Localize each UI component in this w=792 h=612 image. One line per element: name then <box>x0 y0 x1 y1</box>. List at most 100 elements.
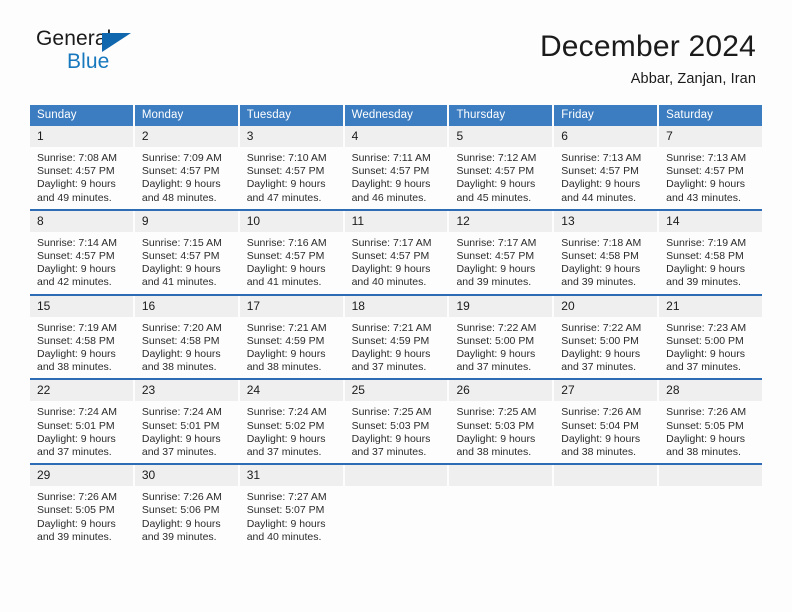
day-number: 27 <box>554 380 658 402</box>
daylight-line2: and 46 minutes. <box>351 191 427 204</box>
day-cell[interactable]: 27 Sunrise: 7:26 AM Sunset: 5:04 PM Dayl… <box>554 380 658 463</box>
day-cell[interactable]: 2 Sunrise: 7:09 AM Sunset: 4:57 PM Dayli… <box>134 126 238 209</box>
day-cell[interactable]: 26 Sunrise: 7:25 AM Sunset: 5:03 PM Dayl… <box>449 380 553 463</box>
daylight-line2: and 39 minutes. <box>141 530 217 543</box>
sunset-text: Sunset: 4:57 PM <box>141 250 220 263</box>
logo-text-blue: Blue <box>67 50 110 73</box>
sunset-text: Sunset: 5:00 PM <box>666 334 744 347</box>
day-cell[interactable]: 12 Sunrise: 7:17 AM Sunset: 4:57 PM Dayl… <box>449 210 553 294</box>
day-detail: Sunrise: 7:25 AM Sunset: 5:03 PM Dayligh… <box>345 401 448 463</box>
day-cell[interactable]: 11 Sunrise: 7:17 AM Sunset: 4:57 PM Dayl… <box>344 210 448 294</box>
daylight-line2: and 37 minutes. <box>246 446 322 459</box>
week-row: 22 Sunrise: 7:24 AM Sunset: 5:01 PM Dayl… <box>30 378 763 463</box>
day-detail: Sunrise: 7:27 AM Sunset: 5:07 PM Dayligh… <box>240 486 343 548</box>
daylight-line1: Daylight: 9 hours <box>351 432 431 445</box>
day-cell[interactable]: 23 Sunrise: 7:24 AM Sunset: 5:01 PM Dayl… <box>134 380 238 463</box>
day-cell[interactable]: 25 Sunrise: 7:25 AM Sunset: 5:03 PM Dayl… <box>344 380 448 463</box>
daylight-line1: Daylight: 9 hours <box>246 178 326 191</box>
day-cell[interactable]: 15 Sunrise: 7:19 AM Sunset: 4:58 PM Dayl… <box>30 295 133 379</box>
sunrise-text: Sunrise: 7:19 AM <box>37 321 117 334</box>
daylight-line1: Daylight: 9 hours <box>246 517 326 530</box>
day-number: 1 <box>30 126 133 147</box>
daylight-line2: and 47 minutes. <box>246 191 322 204</box>
daylight-line1: Daylight: 9 hours <box>666 178 745 191</box>
day-number: 9 <box>134 210 238 232</box>
day-cell[interactable]: 4 Sunrise: 7:11 AM Sunset: 4:57 PM Dayli… <box>344 126 448 209</box>
sunrise-text: Sunrise: 7:25 AM <box>456 406 537 419</box>
daylight-line1: Daylight: 9 hours <box>561 348 641 361</box>
daylight-line1: Daylight: 9 hours <box>37 263 116 276</box>
sunset-text: Sunset: 5:01 PM <box>141 419 220 432</box>
sunrise-text: Sunrise: 7:23 AM <box>666 321 747 334</box>
sunset-text: Sunset: 4:57 PM <box>246 165 325 178</box>
daylight-line2: and 48 minutes. <box>141 191 217 204</box>
day-number <box>659 465 763 487</box>
day-number <box>554 465 658 487</box>
day-cell[interactable]: 7 Sunrise: 7:13 AM Sunset: 4:57 PM Dayli… <box>659 126 763 209</box>
sunrise-text: Sunrise: 7:21 AM <box>351 321 432 334</box>
day-cell[interactable]: 8 Sunrise: 7:14 AM Sunset: 4:57 PM Dayli… <box>30 210 133 294</box>
day-cell[interactable]: 30 Sunrise: 7:26 AM Sunset: 5:06 PM Dayl… <box>134 465 238 548</box>
general-blue-logo[interactable]: General Blue <box>36 28 146 80</box>
sunset-text: Sunset: 4:57 PM <box>37 250 115 263</box>
sunrise-text: Sunrise: 7:20 AM <box>141 321 222 334</box>
day-detail <box>659 486 762 495</box>
sunset-text: Sunset: 5:05 PM <box>666 419 744 432</box>
sunrise-text: Sunrise: 7:11 AM <box>351 152 431 164</box>
day-detail: Sunrise: 7:24 AM Sunset: 5:01 PM Dayligh… <box>30 401 133 463</box>
day-cell[interactable]: 16 Sunrise: 7:20 AM Sunset: 4:58 PM Dayl… <box>134 295 238 379</box>
day-number: 5 <box>449 126 553 147</box>
day-detail: Sunrise: 7:20 AM Sunset: 4:58 PM Dayligh… <box>135 317 238 379</box>
day-cell[interactable]: 28 Sunrise: 7:26 AM Sunset: 5:05 PM Dayl… <box>659 380 763 463</box>
daylight-line2: and 37 minutes. <box>456 361 532 374</box>
day-detail: Sunrise: 7:24 AM Sunset: 5:01 PM Dayligh… <box>135 401 238 463</box>
daylight-line2: and 37 minutes. <box>351 361 427 374</box>
daylight-line1: Daylight: 9 hours <box>37 178 116 191</box>
day-cell[interactable]: 18 Sunrise: 7:21 AM Sunset: 4:59 PM Dayl… <box>344 295 448 379</box>
day-number: 28 <box>659 380 763 402</box>
daylight-line2: and 38 minutes. <box>246 361 322 374</box>
daylight-line1: Daylight: 9 hours <box>456 263 536 276</box>
sunset-text: Sunset: 4:57 PM <box>666 165 744 178</box>
sunrise-text: Sunrise: 7:26 AM <box>141 491 222 504</box>
day-cell[interactable]: 9 Sunrise: 7:15 AM Sunset: 4:57 PM Dayli… <box>134 210 238 294</box>
daylight-line1: Daylight: 9 hours <box>561 432 641 445</box>
daylight-line1: Daylight: 9 hours <box>666 263 745 276</box>
day-cell[interactable]: 1 Sunrise: 7:08 AM Sunset: 4:57 PM Dayli… <box>30 126 133 209</box>
daylight-line2: and 39 minutes. <box>666 276 741 289</box>
day-cell[interactable]: 10 Sunrise: 7:16 AM Sunset: 4:57 PM Dayl… <box>239 210 343 294</box>
sunset-text: Sunset: 5:00 PM <box>561 334 639 347</box>
day-cell[interactable]: 19 Sunrise: 7:22 AM Sunset: 5:00 PM Dayl… <box>449 295 553 379</box>
daylight-line1: Daylight: 9 hours <box>141 432 221 445</box>
day-cell[interactable]: 6 Sunrise: 7:13 AM Sunset: 4:57 PM Dayli… <box>554 126 658 209</box>
daylight-line1: Daylight: 9 hours <box>456 178 536 191</box>
day-number: 11 <box>344 210 448 232</box>
sunrise-text: Sunrise: 7:12 AM <box>456 152 537 164</box>
day-cell[interactable]: 20 Sunrise: 7:22 AM Sunset: 5:00 PM Dayl… <box>554 295 658 379</box>
day-cell[interactable]: 21 Sunrise: 7:23 AM Sunset: 5:00 PM Dayl… <box>659 295 763 379</box>
daylight-line2: and 37 minutes. <box>351 446 427 459</box>
day-cell[interactable]: 14 Sunrise: 7:19 AM Sunset: 4:58 PM Dayl… <box>659 210 763 294</box>
page-subtitle: Abbar, Zanjan, Iran <box>630 71 756 87</box>
day-cell[interactable]: 13 Sunrise: 7:18 AM Sunset: 4:58 PM Dayl… <box>554 210 658 294</box>
daylight-line2: and 37 minutes. <box>141 446 217 459</box>
daylight-line2: and 40 minutes. <box>246 530 322 543</box>
day-cell[interactable]: 29 Sunrise: 7:26 AM Sunset: 5:05 PM Dayl… <box>30 465 133 548</box>
daylight-line1: Daylight: 9 hours <box>561 178 641 191</box>
daylight-line2: and 49 minutes. <box>37 191 112 204</box>
day-detail: Sunrise: 7:21 AM Sunset: 4:59 PM Dayligh… <box>345 317 448 379</box>
day-cell[interactable]: 31 Sunrise: 7:27 AM Sunset: 5:07 PM Dayl… <box>239 465 343 548</box>
day-cell[interactable]: 24 Sunrise: 7:24 AM Sunset: 5:02 PM Dayl… <box>239 380 343 463</box>
day-cell[interactable]: 5 Sunrise: 7:12 AM Sunset: 4:57 PM Dayli… <box>449 126 553 209</box>
sunrise-text: Sunrise: 7:17 AM <box>456 236 537 249</box>
day-cell[interactable]: 22 Sunrise: 7:24 AM Sunset: 5:01 PM Dayl… <box>30 380 133 463</box>
day-cell[interactable]: 3 Sunrise: 7:10 AM Sunset: 4:57 PM Dayli… <box>239 126 343 209</box>
daylight-line2: and 38 minutes. <box>561 446 637 459</box>
daylight-line1: Daylight: 9 hours <box>351 263 431 276</box>
day-cell[interactable]: 17 Sunrise: 7:21 AM Sunset: 4:59 PM Dayl… <box>239 295 343 379</box>
daylight-line1: Daylight: 9 hours <box>246 432 326 445</box>
sunset-text: Sunset: 5:05 PM <box>37 504 115 517</box>
weekday-header-tuesday: Tuesday <box>239 105 343 126</box>
daylight-line2: and 37 minutes. <box>666 361 741 374</box>
daylight-line1: Daylight: 9 hours <box>141 178 221 191</box>
